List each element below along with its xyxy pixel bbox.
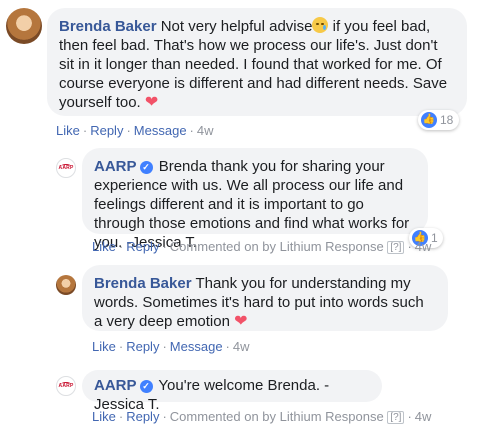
like-link[interactable]: Like — [92, 339, 116, 354]
timestamp[interactable]: 4w — [415, 409, 432, 424]
reply-actions: Like · Reply · Commented on by Lithium Respo… — [92, 239, 432, 254]
comment-bubble: Brenda Baker Not very helpful advise if … — [47, 8, 467, 116]
like-icon: 👍 — [421, 112, 437, 128]
heart-icon: ❤ — [144, 94, 159, 111]
verified-badge-icon: ✓ — [139, 161, 153, 174]
crying-face-icon — [312, 17, 329, 33]
reply-author[interactable]: AARP — [94, 377, 137, 394]
reply-bubble: Brenda Baker Thank you for understanding… — [82, 265, 448, 331]
aarp-logo-text: AARP — [58, 383, 74, 389]
timestamp[interactable]: 4w — [233, 339, 250, 354]
reply-actions: Like · Reply · Message · 4w — [92, 339, 250, 354]
message-link[interactable]: Message — [170, 339, 223, 354]
like-link[interactable]: Like — [92, 409, 116, 424]
like-link[interactable]: Like — [56, 123, 80, 138]
brenda-baker-avatar[interactable] — [6, 8, 42, 44]
reply-link[interactable]: Reply — [90, 123, 123, 138]
comment-actions: Like · Reply · Message · 4w — [56, 123, 214, 138]
reaction-summary[interactable]: 👍 18 — [418, 110, 460, 130]
commented-on-by[interactable]: Commented on by Lithium Response — [170, 409, 384, 424]
message-link[interactable]: Message — [134, 123, 187, 138]
reply-link[interactable]: Reply — [126, 409, 159, 424]
verified-badge-icon: ✓ — [139, 380, 153, 393]
comment-text: Not very helpful advise — [160, 18, 313, 35]
reply-actions: Like · Reply · Commented on by Lithium Respo… — [92, 409, 432, 424]
reply-author[interactable]: Brenda Baker — [94, 275, 192, 292]
aarp-logo-text: AARP — [58, 165, 74, 171]
reaction-count: 1 — [431, 231, 438, 245]
reply-bubble: AARP ✓ You're welcome Brenda. -Jessica T. — [82, 370, 382, 413]
reply-link[interactable]: Reply — [126, 339, 159, 354]
aarp-avatar[interactable]: AARP — [56, 376, 76, 396]
heart-icon: ❤ — [234, 313, 248, 330]
timestamp[interactable]: 4w — [197, 123, 214, 138]
info-icon[interactable]: [?] — [387, 241, 405, 254]
aarp-avatar[interactable]: AARP — [56, 158, 76, 178]
timestamp[interactable]: 4w — [415, 239, 432, 254]
info-icon[interactable]: [?] — [387, 411, 405, 424]
reply-author[interactable]: AARP — [94, 158, 137, 175]
reaction-count: 18 — [440, 113, 454, 127]
comment-author[interactable]: Brenda Baker — [59, 18, 157, 35]
like-link[interactable]: Like — [92, 239, 116, 254]
reply-link[interactable]: Reply — [126, 239, 159, 254]
reply-bubble: AARP ✓ Brenda thank you for sharing your … — [82, 148, 428, 251]
commented-on-by[interactable]: Commented on by Lithium Response — [170, 239, 384, 254]
brenda-baker-avatar[interactable] — [56, 275, 76, 295]
